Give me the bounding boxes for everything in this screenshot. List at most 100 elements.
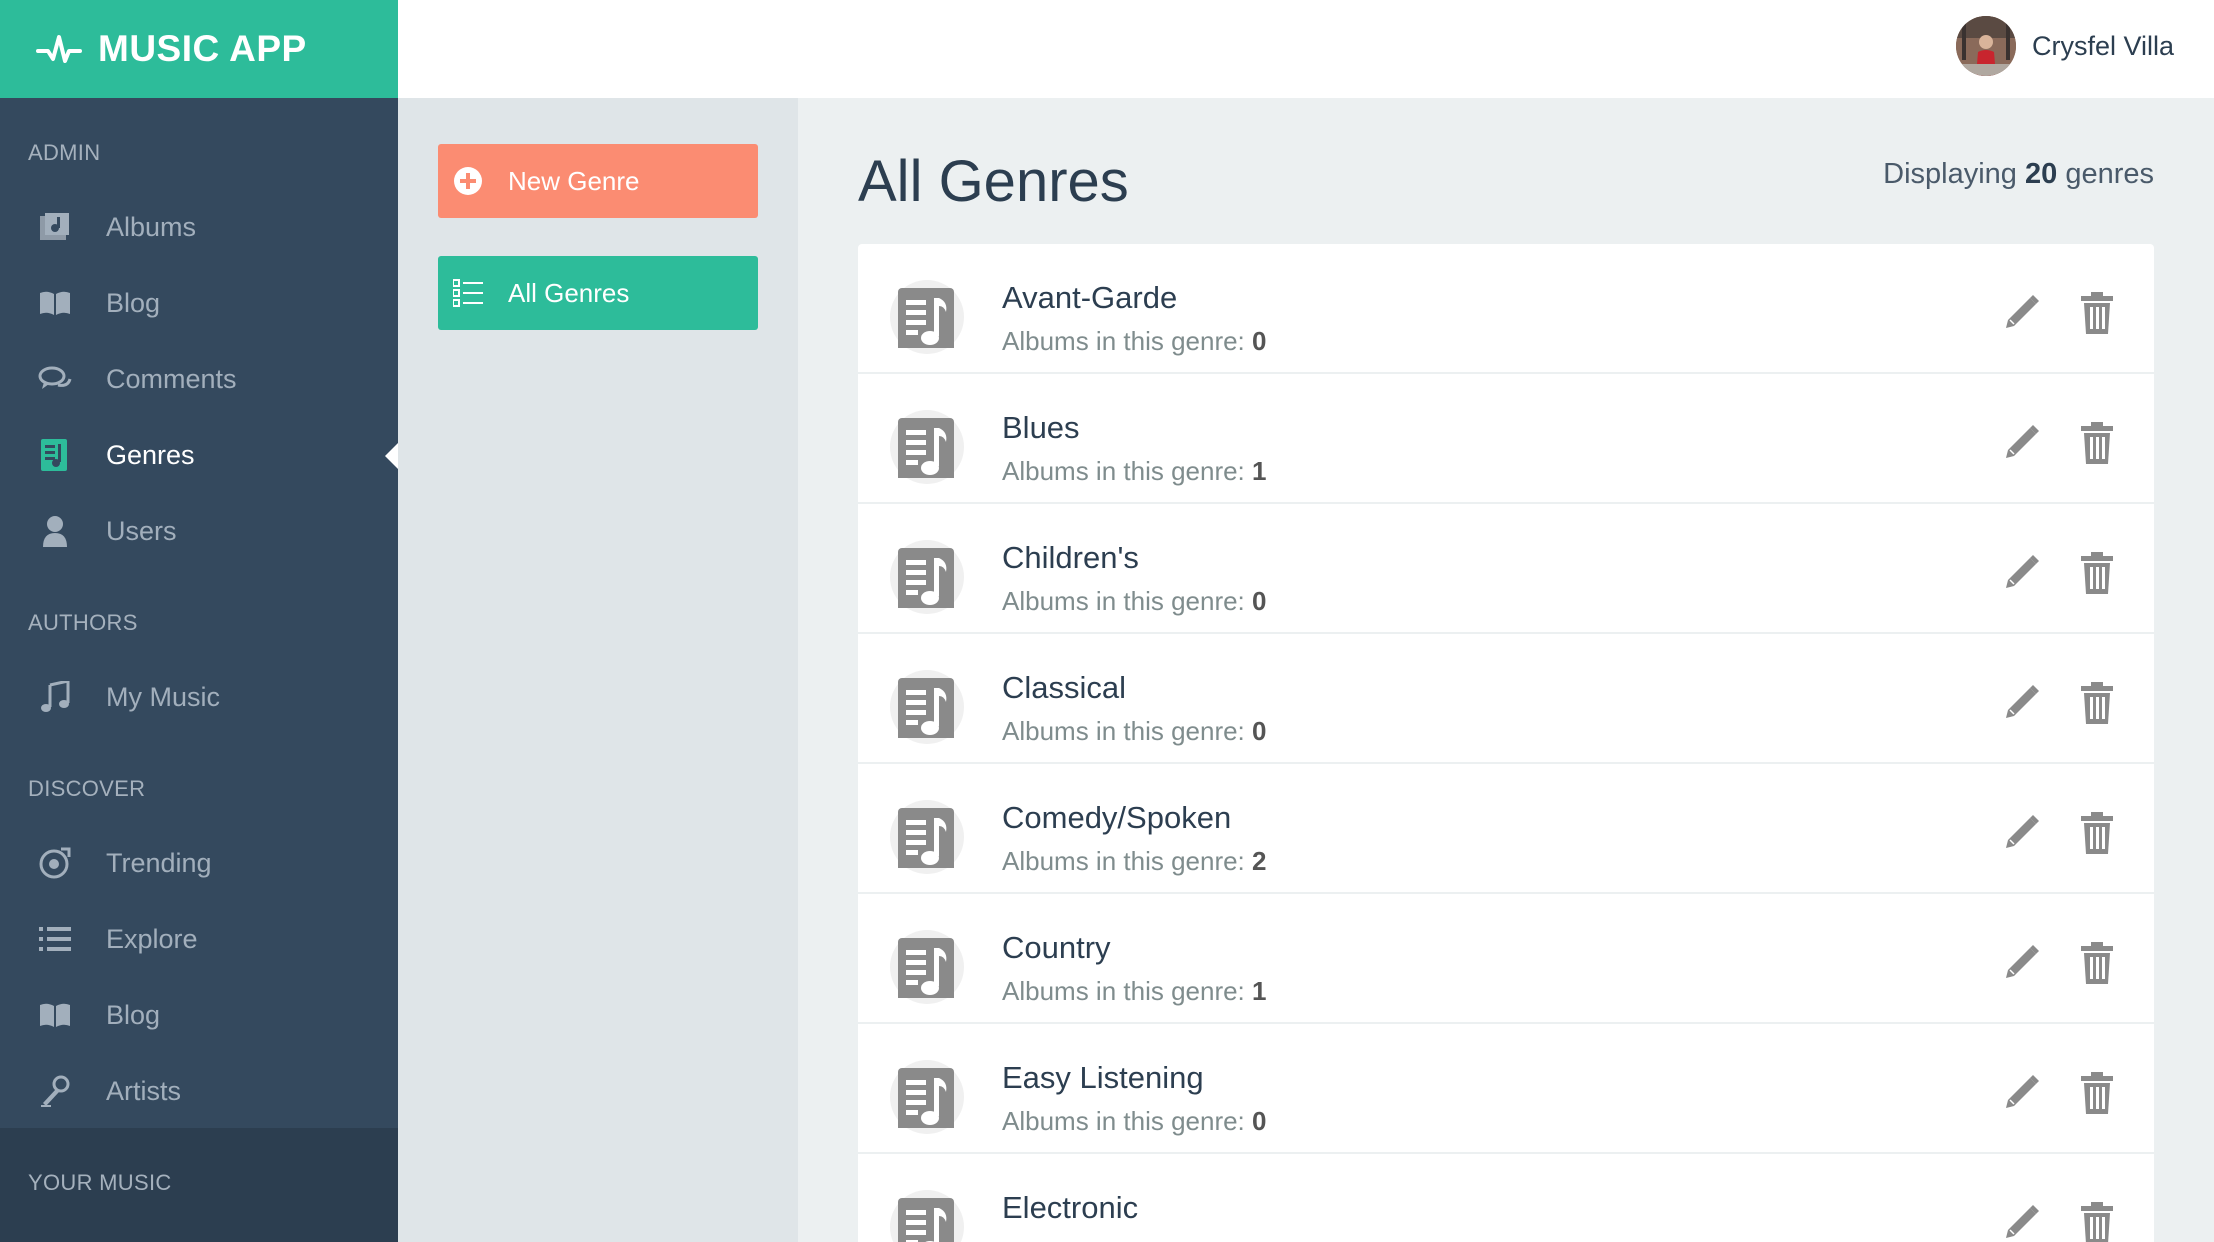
sidebar-item-label: Blog [106, 999, 161, 1030]
album-count-value: 2 [1252, 846, 1267, 876]
album-count-label: Albums in this genre: [1002, 976, 1245, 1006]
album-count-label: Albums in this genre: [1002, 586, 1245, 616]
genre-name: Easy Listening [1002, 1060, 1204, 1095]
new-genre-label: New Genre [508, 165, 640, 196]
sidebar-item-users[interactable]: Users [0, 496, 398, 566]
genre-icon [890, 410, 964, 484]
genre-row[interactable]: Country Albums in this genre: 1 [858, 894, 2154, 1024]
album-count-label: Albums in this genre: [1002, 1106, 1245, 1136]
section-admin: ADMIN [28, 140, 101, 165]
genre-name: Electronic [1002, 1190, 1139, 1225]
trash-icon[interactable] [2080, 552, 2114, 594]
sidebar-item-label: Explore [106, 923, 198, 954]
sidebar-item-explore[interactable]: Explore [0, 904, 398, 974]
genre-icon [890, 930, 964, 1004]
album-count-value: 1 [1252, 456, 1267, 486]
trash-icon[interactable] [2080, 682, 2114, 724]
genre-name: Classical [1002, 670, 1127, 705]
trash-icon[interactable] [2080, 1202, 2114, 1242]
genre-row[interactable]: Electronic [858, 1154, 2154, 1242]
trash-icon[interactable] [2080, 812, 2114, 854]
album-count-label: Albums in this genre: [1002, 456, 1245, 486]
genre-album-count: Albums in this genre: 0 [1002, 716, 1267, 747]
genre-row[interactable]: Blues Albums in this genre: 1 [858, 374, 2154, 504]
display-suffix: genres [2065, 158, 2154, 190]
sidebar-item-genres[interactable]: Genres [0, 420, 398, 490]
new-genre-button[interactable]: New Genre [438, 144, 758, 218]
genre-album-count: Albums in this genre: 2 [1002, 846, 1267, 877]
trending-icon [38, 846, 72, 880]
sidebar-item-comments[interactable]: Comments [0, 344, 398, 414]
genre-album-count: Albums in this genre: 1 [1002, 456, 1267, 487]
trash-icon[interactable] [2080, 292, 2114, 334]
page-title: All Genres [858, 149, 1129, 214]
album-count-value: 1 [1252, 976, 1267, 1006]
genre-row[interactable]: Classical Albums in this genre: 0 [858, 634, 2154, 764]
sidebar-item-blog-discover[interactable]: Blog [0, 980, 398, 1050]
book-icon [38, 286, 72, 320]
sidebar-item-trending[interactable]: Trending [0, 828, 398, 898]
genre-icon [890, 280, 964, 354]
brand[interactable]: MUSIC APP [0, 0, 398, 98]
all-genres-button[interactable]: All Genres [438, 256, 758, 330]
display-count: Displaying 20 genres [1883, 158, 2154, 191]
genre-icon [890, 1060, 964, 1134]
app-title: MUSIC APP [98, 28, 307, 69]
your-music-section: YOUR MUSIC [0, 1128, 398, 1242]
display-count-value: 20 [2025, 158, 2058, 190]
sidebar-item-label: Trending [106, 847, 212, 878]
section-discover: DISCOVER [28, 776, 146, 801]
genre-row[interactable]: Easy Listening Albums in this genre: 0 [858, 1024, 2154, 1154]
pulse-icon [36, 35, 82, 63]
user-menu[interactable]: Crysfel Villa [1955, 16, 2174, 76]
pencil-icon[interactable] [2002, 812, 2042, 852]
genre-name: Comedy/Spoken [1002, 800, 1232, 835]
pencil-icon[interactable] [2002, 1202, 2042, 1242]
trash-icon[interactable] [2080, 1072, 2114, 1114]
book-icon [38, 998, 72, 1032]
sidebar: MUSIC APP ADMIN Albums Blog Comments Gen… [0, 0, 398, 1242]
pencil-icon[interactable] [2002, 422, 2042, 462]
user-icon [38, 514, 72, 548]
genre-album-count: Albums in this genre: 1 [1002, 976, 1267, 1007]
genre-row[interactable]: Children's Albums in this genre: 0 [858, 504, 2154, 634]
album-count-label: Albums in this genre: [1002, 326, 1245, 356]
main-content: All Genres Displaying 20 genres Avant-Ga… [798, 98, 2214, 1242]
display-prefix: Displaying [1883, 158, 2017, 190]
sidebar-item-label: Comments [106, 363, 237, 394]
list-icon [452, 277, 484, 309]
avatar[interactable] [1955, 16, 2016, 76]
sidebar-item-label: Albums [106, 211, 197, 242]
genre-row[interactable]: Comedy/Spoken Albums in this genre: 2 [858, 764, 2154, 894]
pencil-icon[interactable] [2002, 1072, 2042, 1112]
album-count-value: 0 [1252, 716, 1267, 746]
sidebar-item-label: Users [106, 515, 177, 546]
sidebar-item-label: Blog [106, 287, 161, 318]
genre-list: Avant-Garde Albums in this genre: 0 Blue… [858, 244, 2154, 1242]
top-bar: Crysfel Villa [398, 0, 2214, 98]
genre-icon [890, 540, 964, 614]
sidebar-item-blog[interactable]: Blog [0, 268, 398, 338]
sidebar-item-albums[interactable]: Albums [0, 192, 398, 262]
music-note-icon [38, 680, 72, 714]
trash-icon[interactable] [2080, 942, 2114, 984]
genre-row[interactable]: Avant-Garde Albums in this genre: 0 [858, 244, 2154, 374]
user-name: Crysfel Villa [2031, 30, 2174, 61]
sidebar-item-my-music[interactable]: My Music [0, 662, 398, 732]
album-count-label: Albums in this genre: [1002, 846, 1245, 876]
sidebar-item-artists[interactable]: Artists [0, 1056, 398, 1126]
album-count-value: 0 [1252, 326, 1267, 356]
album-count-value: 0 [1252, 1106, 1267, 1136]
pencil-icon[interactable] [2002, 292, 2042, 332]
trash-icon[interactable] [2080, 422, 2114, 464]
genre-icon [890, 670, 964, 744]
album-count-value: 0 [1252, 586, 1267, 616]
section-authors: AUTHORS [28, 610, 138, 635]
pencil-icon[interactable] [2002, 682, 2042, 722]
pencil-icon[interactable] [2002, 552, 2042, 592]
active-indicator [385, 443, 398, 469]
genre-icon [890, 1190, 964, 1242]
pencil-icon[interactable] [2002, 942, 2042, 982]
genre-icon [890, 800, 964, 874]
plus-circle-icon [452, 165, 484, 197]
